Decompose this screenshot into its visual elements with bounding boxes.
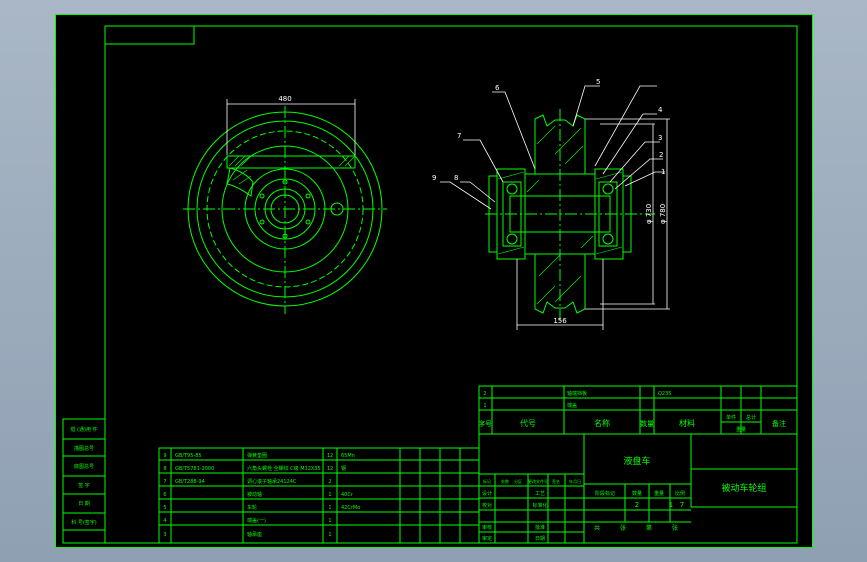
side-col-5: 科 号(签字): [71, 519, 97, 526]
svg-text:65Mn: 65Mn: [341, 453, 355, 459]
svg-text:轴端挡板: 轴端挡板: [567, 390, 587, 397]
svg-text:调心滚子轴承24124C: 调心滚子轴承24124C: [247, 478, 297, 485]
hdr-unit: 单件: [726, 414, 736, 421]
svg-text:处数: 处数: [501, 478, 509, 484]
svg-text:3: 3: [163, 532, 166, 538]
svg-text:设计: 设计: [482, 490, 492, 497]
side-col-0: 借 (通)用 件: [70, 426, 97, 433]
svg-text:5: 5: [163, 505, 166, 511]
svg-text:1: 1: [328, 532, 331, 538]
svg-text:端盖(一): 端盖(一): [247, 517, 266, 524]
svg-text:签名: 签名: [552, 478, 560, 484]
outer-border: [55, 14, 813, 548]
svg-text:张: 张: [620, 524, 626, 532]
side-col-1: 描图总号: [74, 445, 94, 452]
svg-text:第: 第: [646, 524, 652, 532]
svg-text:9: 9: [163, 453, 166, 459]
svg-text:2: 2: [328, 479, 331, 485]
cad-viewport[interactable]: 480 φ 730 φ 780 156 1 2 3 4 5 6 7 8 9 借 …: [55, 14, 813, 548]
svg-text:年月日: 年月日: [569, 478, 581, 484]
svg-text:4: 4: [163, 518, 166, 524]
side-columns: 借 (通)用 件 描图总号 底图总号 签 字 日 期 科 号(签字): [62, 418, 106, 544]
svg-text:日期: 日期: [535, 536, 545, 542]
svg-text:12: 12: [327, 466, 333, 472]
side-col-2: 底图总号: [74, 463, 94, 470]
svg-text:7: 7: [163, 479, 166, 485]
section-view: φ 730 φ 780 156 1 2 3 4 5 6 7 8 9: [432, 78, 670, 330]
drawing-title: 被动车轮组: [721, 482, 766, 494]
svg-text:GB/T95-85: GB/T95-85: [175, 453, 202, 459]
hdr-name: 名称: [594, 418, 610, 428]
svg-text:批准: 批准: [535, 524, 545, 531]
callout-9: 9: [432, 174, 436, 182]
svg-text:GB/T288-94: GB/T288-94: [175, 479, 205, 485]
svg-text:重量: 重量: [654, 490, 664, 497]
svg-text:8: 8: [163, 466, 166, 472]
callout-4: 4: [658, 106, 663, 114]
svg-text:更改文件号: 更改文件号: [528, 478, 548, 484]
svg-text:7: 7: [680, 501, 684, 509]
svg-text:12: 12: [327, 453, 333, 459]
svg-text:共: 共: [594, 524, 600, 532]
end-view: 480: [183, 95, 387, 314]
hdr-no: 序号: [478, 419, 492, 428]
svg-text:阶段标记: 阶段标记: [595, 490, 615, 497]
width-156-label: 156: [553, 317, 567, 325]
svg-text:GB/T5781-2000: GB/T5781-2000: [175, 466, 214, 472]
corner-box: [104, 25, 195, 45]
svg-text:轴承座: 轴承座: [247, 531, 262, 538]
svg-text:1: 1: [669, 501, 673, 509]
svg-text:比例: 比例: [675, 490, 685, 497]
callout-7: 7: [457, 132, 461, 140]
svg-text:标准化: 标准化: [532, 502, 547, 509]
drawing-canvas: 480 φ 730 φ 780 156 1 2 3 4 5 6 7 8 9 借 …: [55, 14, 813, 548]
svg-text:42CrMo: 42CrMo: [341, 505, 360, 511]
svg-text:工艺: 工艺: [535, 491, 545, 497]
parts-list: 9 GB/T95-85 弹簧垫圈 12 65Mn 8 GB/T5781-2000…: [158, 447, 480, 544]
side-col-3: 签 字: [78, 482, 90, 489]
svg-text:2: 2: [635, 501, 639, 509]
hdr-remark: 备注: [772, 419, 786, 428]
svg-text:审核: 审核: [482, 524, 492, 531]
svg-text:弹簧垫圈: 弹簧垫圈: [247, 452, 267, 459]
hdr-weight: 重量: [736, 426, 746, 433]
svg-text:6: 6: [163, 492, 166, 498]
side-col-4: 日 期: [78, 501, 90, 507]
svg-text:1: 1: [328, 492, 331, 498]
svg-text:分区: 分区: [514, 478, 522, 484]
svg-text:标记: 标记: [483, 478, 491, 484]
title-block: 2 轴端挡板 Q235 1 端盖 序号 代号 名称 数量 材料 单件 总计 重量…: [478, 385, 798, 544]
svg-text:张: 张: [672, 524, 678, 532]
svg-text:车轮: 车轮: [247, 504, 257, 511]
svg-text:审定: 审定: [482, 535, 492, 542]
svg-text:40Cr: 40Cr: [341, 492, 354, 498]
svg-text:数量: 数量: [632, 490, 642, 497]
dia-780-label: φ 780: [659, 204, 667, 224]
callout-5: 5: [596, 78, 600, 86]
hdr-qty: 数量: [640, 419, 654, 428]
callout-3: 3: [658, 134, 662, 142]
svg-text:1: 1: [483, 403, 486, 409]
svg-text:Q235: Q235: [658, 391, 671, 397]
svg-text:2: 2: [483, 391, 486, 397]
callout-2: 2: [659, 151, 663, 159]
svg-text:端盖: 端盖: [567, 402, 577, 409]
hdr-total: 总计: [746, 414, 756, 421]
svg-text:被动轴: 被动轴: [247, 491, 262, 498]
dia-730-label: φ 730: [645, 204, 653, 224]
callout-8: 8: [454, 174, 458, 182]
svg-text:1: 1: [328, 518, 331, 524]
callout-1: 1: [661, 168, 665, 176]
svg-text:六角头螺栓 全螺纹 C级 M12X35: 六角头螺栓 全螺纹 C级 M12X35: [247, 465, 321, 472]
svg-text:钢: 钢: [341, 465, 346, 472]
company-name: 液盘车: [623, 455, 650, 467]
hdr-code: 代号: [520, 418, 536, 428]
width-dim-label: 480: [278, 95, 291, 103]
svg-text:校对: 校对: [482, 502, 492, 509]
callout-6: 6: [495, 84, 500, 92]
svg-text:1: 1: [328, 505, 331, 511]
hdr-mat: 材料: [679, 418, 695, 428]
